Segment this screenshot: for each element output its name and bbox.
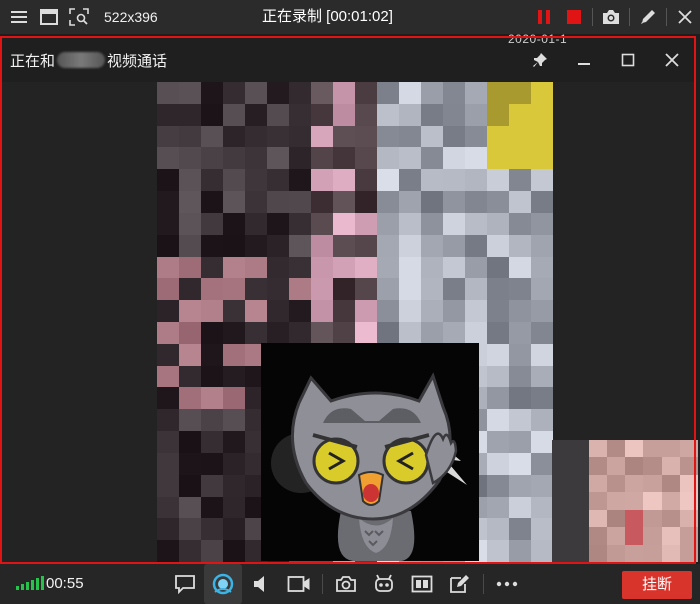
menu-icon[interactable] bbox=[4, 0, 34, 34]
stop-icon[interactable] bbox=[559, 0, 589, 34]
pause-icon[interactable] bbox=[529, 0, 559, 34]
pen-icon[interactable] bbox=[633, 0, 663, 34]
recorder-right-group bbox=[529, 0, 700, 34]
hangup-button[interactable]: 挂断 bbox=[622, 571, 692, 599]
layout-icon[interactable] bbox=[403, 564, 441, 604]
camera-icon[interactable] bbox=[596, 0, 626, 34]
signal-strength-icon bbox=[16, 576, 44, 590]
minimize-icon[interactable] bbox=[562, 38, 606, 82]
recording-status: 正在录制 [00:01:02] bbox=[262, 8, 393, 25]
call-tools bbox=[166, 564, 526, 604]
separator bbox=[322, 574, 323, 594]
beauty-icon[interactable] bbox=[204, 564, 242, 604]
separator bbox=[592, 8, 593, 26]
region-size-text: 522x396 bbox=[104, 9, 158, 25]
message-icon[interactable] bbox=[166, 564, 204, 604]
call-title: 正在和 视频通话 bbox=[10, 50, 167, 71]
call-title-prefix: 正在和 bbox=[10, 52, 56, 70]
edit-icon[interactable] bbox=[441, 564, 479, 604]
recorder-toolbar: 522x396 正在录制 [00:01:02] bbox=[0, 0, 700, 34]
window-icon[interactable] bbox=[34, 0, 64, 34]
close-icon[interactable] bbox=[670, 0, 700, 34]
video-camera-icon[interactable] bbox=[280, 564, 318, 604]
background-date-text: 2020-01-1 bbox=[508, 32, 568, 46]
separator bbox=[483, 574, 484, 594]
separator bbox=[629, 8, 630, 26]
self-video-preview[interactable] bbox=[552, 440, 698, 562]
more-icon[interactable] bbox=[488, 564, 526, 604]
recorder-left-group: 522x396 bbox=[0, 0, 158, 34]
call-duration: 00:55 bbox=[46, 575, 84, 592]
owl-sticker-graphic bbox=[271, 372, 467, 561]
separator bbox=[666, 8, 667, 26]
call-title-suffix: 视频通话 bbox=[107, 52, 168, 70]
maximize-icon[interactable] bbox=[606, 38, 650, 82]
call-title-bar[interactable]: 正在和 视频通话 bbox=[2, 38, 698, 82]
region-zoom-icon[interactable] bbox=[64, 0, 94, 34]
close-icon[interactable] bbox=[650, 38, 694, 82]
screenshot-icon[interactable] bbox=[327, 564, 365, 604]
sticker-image bbox=[261, 343, 479, 561]
robot-icon[interactable] bbox=[365, 564, 403, 604]
speaker-icon[interactable] bbox=[242, 564, 280, 604]
blurred-contact-name bbox=[57, 52, 106, 68]
call-toolbar: 00:55 挂断 bbox=[0, 564, 700, 604]
